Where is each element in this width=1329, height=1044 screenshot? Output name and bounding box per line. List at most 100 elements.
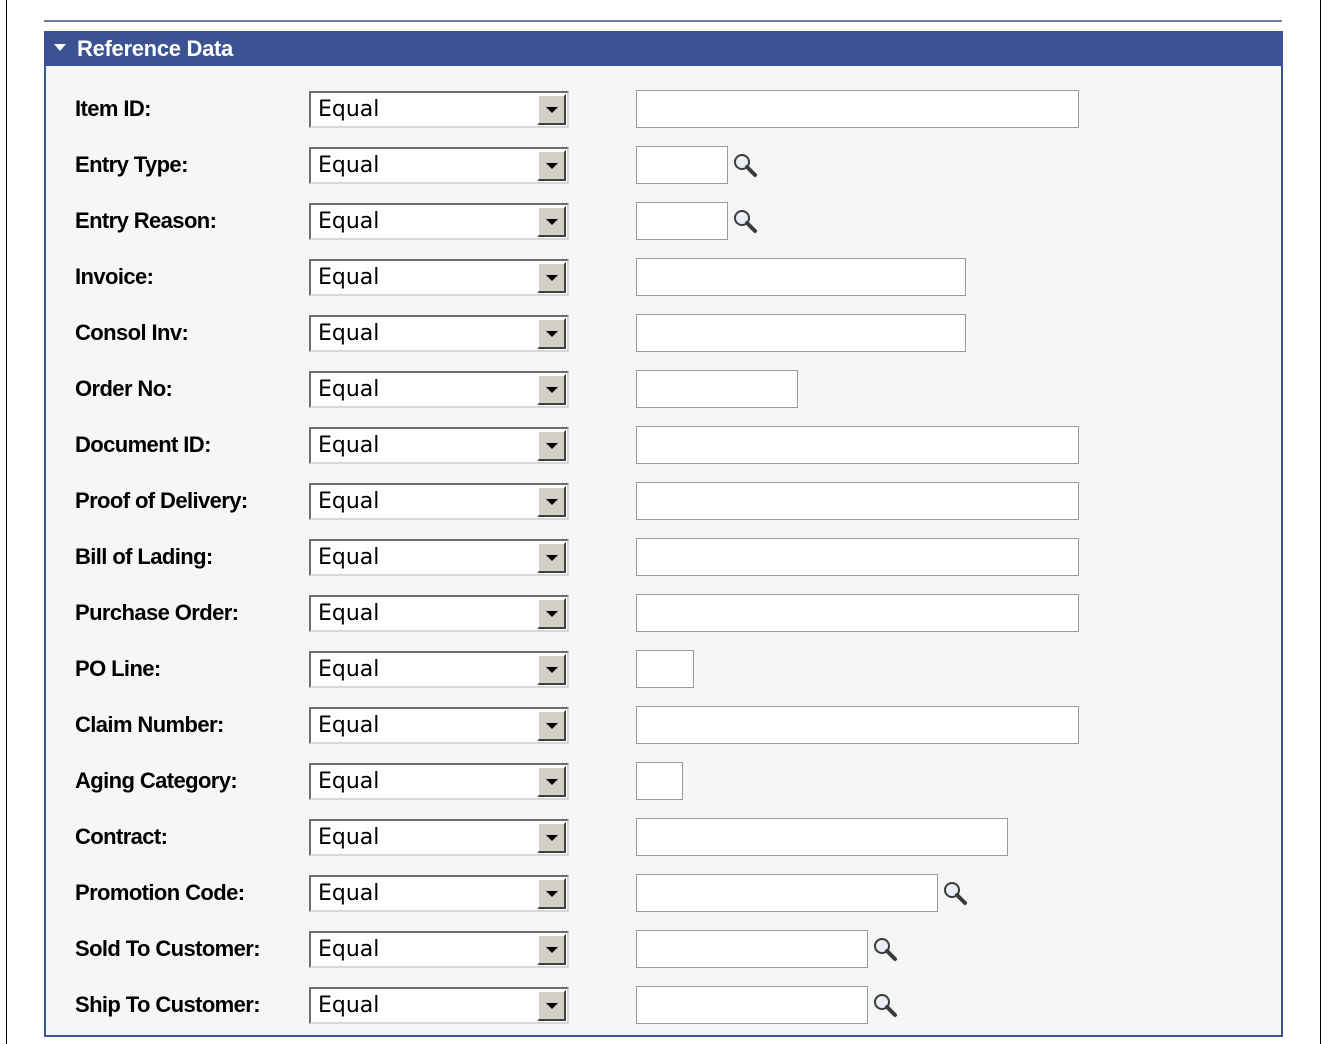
dropdown-arrow-button[interactable]: [537, 374, 566, 405]
dropdown-arrow-button[interactable]: [537, 766, 566, 797]
dropdown-arrow-button[interactable]: [537, 486, 566, 517]
chevron-down-icon: [546, 667, 558, 673]
criteria-row-item-id: Item ID: Equal: [44, 89, 1283, 129]
operator-value: Equal: [318, 153, 380, 178]
chevron-down-icon: [546, 499, 558, 505]
criteria-row-contract: Contract: Equal: [44, 817, 1283, 857]
operator-select-claim-number[interactable]: Equal: [309, 707, 569, 744]
label-entry-type: Entry Type:: [75, 152, 188, 177]
label-document-id: Document ID:: [75, 432, 211, 457]
dropdown-arrow-button[interactable]: [537, 94, 566, 125]
chevron-down-icon: [546, 443, 558, 449]
value-input-item-id[interactable]: [636, 90, 1079, 128]
value-input-aging-category[interactable]: [636, 762, 683, 800]
dropdown-arrow-button[interactable]: [537, 262, 566, 293]
operator-select-proof-of-delivery[interactable]: Equal: [309, 483, 569, 520]
chevron-down-icon: [546, 555, 558, 561]
label-claim-number: Claim Number:: [75, 712, 224, 737]
value-input-promotion-code[interactable]: [636, 874, 938, 912]
criteria-row-bill-of-lading: Bill of Lading: Equal: [44, 537, 1283, 577]
dropdown-arrow-button[interactable]: [537, 990, 566, 1021]
value-input-order-no[interactable]: [636, 370, 798, 408]
operator-value: Equal: [318, 321, 380, 346]
operator-value: Equal: [318, 545, 380, 570]
dropdown-arrow-button[interactable]: [537, 878, 566, 909]
operator-select-entry-type[interactable]: Equal: [309, 147, 569, 184]
chevron-down-icon: [546, 331, 558, 337]
dropdown-arrow-button[interactable]: [537, 318, 566, 349]
operator-select-bill-of-lading[interactable]: Equal: [309, 539, 569, 576]
operator-select-po-line[interactable]: Equal: [309, 651, 569, 688]
criteria-row-po-line: PO Line: Equal: [44, 649, 1283, 689]
chevron-down-icon: [546, 611, 558, 617]
chevron-down-icon: [546, 107, 558, 113]
dropdown-arrow-button[interactable]: [537, 542, 566, 573]
operator-select-entry-reason[interactable]: Equal: [309, 203, 569, 240]
criteria-row-document-id: Document ID: Equal: [44, 425, 1283, 465]
chevron-down-icon: [546, 723, 558, 729]
operator-value: Equal: [318, 377, 380, 402]
value-input-document-id[interactable]: [636, 426, 1079, 464]
operator-select-promotion-code[interactable]: Equal: [309, 875, 569, 912]
criteria-row-aging-category: Aging Category: Equal: [44, 761, 1283, 801]
label-item-id: Item ID:: [75, 96, 151, 121]
value-input-contract[interactable]: [636, 818, 1008, 856]
label-sold-to-customer: Sold To Customer:: [75, 936, 261, 961]
value-input-invoice[interactable]: [636, 258, 966, 296]
criteria-row-invoice: Invoice: Equal: [44, 257, 1283, 297]
operator-select-ship-to-customer[interactable]: Equal: [309, 987, 569, 1024]
label-entry-reason: Entry Reason:: [75, 208, 217, 233]
value-input-po-line[interactable]: [636, 650, 694, 688]
value-input-purchase-order[interactable]: [636, 594, 1079, 632]
value-input-entry-reason[interactable]: [636, 202, 728, 240]
dropdown-arrow-button[interactable]: [537, 710, 566, 741]
label-consol-inv: Consol Inv:: [75, 320, 189, 345]
operator-value: Equal: [318, 993, 380, 1018]
label-proof-of-delivery: Proof of Delivery:: [75, 488, 248, 513]
label-invoice: Invoice:: [75, 264, 154, 289]
magnifier-icon[interactable]: [942, 880, 970, 908]
collapse-triangle-icon[interactable]: [54, 44, 66, 51]
value-input-bill-of-lading[interactable]: [636, 538, 1079, 576]
top-divider: [44, 20, 1282, 22]
dropdown-arrow-button[interactable]: [537, 206, 566, 237]
operator-value: Equal: [318, 881, 380, 906]
value-input-ship-to-customer[interactable]: [636, 986, 868, 1024]
dropdown-arrow-button[interactable]: [537, 598, 566, 629]
value-input-sold-to-customer[interactable]: [636, 930, 868, 968]
label-promotion-code: Promotion Code:: [75, 880, 245, 905]
operator-select-purchase-order[interactable]: Equal: [309, 595, 569, 632]
label-aging-category: Aging Category:: [75, 768, 238, 793]
operator-select-item-id[interactable]: Equal: [309, 91, 569, 128]
chevron-down-icon: [546, 163, 558, 169]
value-input-entry-type[interactable]: [636, 146, 728, 184]
operator-select-aging-category[interactable]: Equal: [309, 763, 569, 800]
operator-select-consol-inv[interactable]: Equal: [309, 315, 569, 352]
operator-value: Equal: [318, 209, 380, 234]
operator-select-invoice[interactable]: Equal: [309, 259, 569, 296]
operator-select-document-id[interactable]: Equal: [309, 427, 569, 464]
magnifier-icon[interactable]: [872, 992, 900, 1020]
operator-value: Equal: [318, 265, 380, 290]
dropdown-arrow-button[interactable]: [537, 430, 566, 461]
magnifier-icon[interactable]: [732, 208, 760, 236]
operator-select-sold-to-customer[interactable]: Equal: [309, 931, 569, 968]
dropdown-arrow-button[interactable]: [537, 822, 566, 853]
operator-value: Equal: [318, 713, 380, 738]
criteria-row-purchase-order: Purchase Order: Equal: [44, 593, 1283, 633]
dropdown-arrow-button[interactable]: [537, 150, 566, 181]
reference-data-header[interactable]: Reference Data: [44, 31, 1283, 66]
label-ship-to-customer: Ship To Customer:: [75, 992, 261, 1017]
magnifier-icon[interactable]: [872, 936, 900, 964]
operator-value: Equal: [318, 433, 380, 458]
dropdown-arrow-button[interactable]: [537, 654, 566, 685]
operator-select-order-no[interactable]: Equal: [309, 371, 569, 408]
criteria-row-claim-number: Claim Number: Equal: [44, 705, 1283, 745]
dropdown-arrow-button[interactable]: [537, 934, 566, 965]
operator-value: Equal: [318, 825, 380, 850]
value-input-proof-of-delivery[interactable]: [636, 482, 1079, 520]
value-input-claim-number[interactable]: [636, 706, 1079, 744]
value-input-consol-inv[interactable]: [636, 314, 966, 352]
operator-select-contract[interactable]: Equal: [309, 819, 569, 856]
magnifier-icon[interactable]: [732, 152, 760, 180]
